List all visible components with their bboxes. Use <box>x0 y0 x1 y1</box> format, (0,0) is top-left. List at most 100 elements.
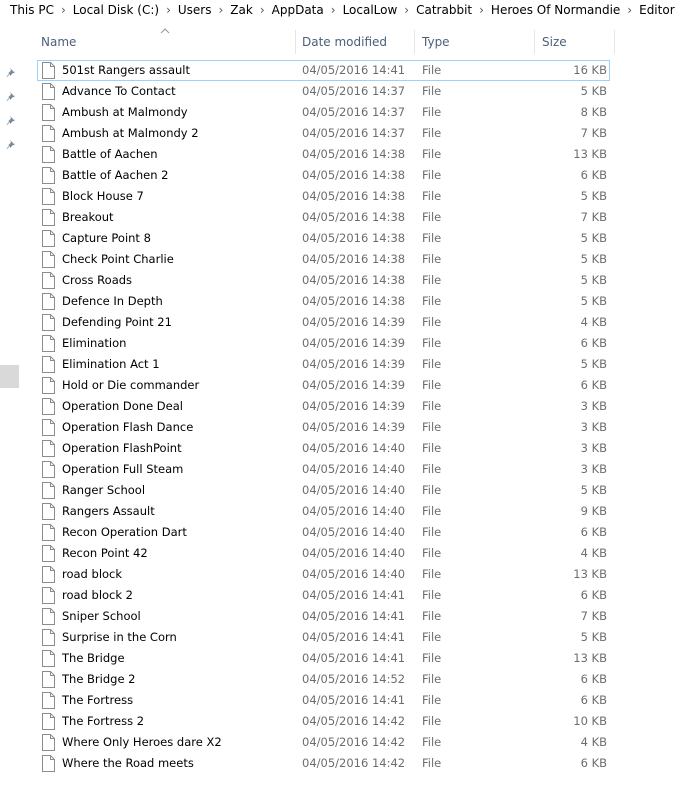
file-row[interactable]: Elimination 04/05/2016 14:39 File 6 KB <box>22 333 683 354</box>
file-name[interactable]: Elimination <box>62 333 126 354</box>
navigation-scrollbar-thumb[interactable] <box>0 365 19 388</box>
file-row[interactable]: Where the Road meets 04/05/2016 14:42 File… <box>22 753 683 774</box>
file-name[interactable]: Where the Road meets <box>62 753 194 774</box>
file-row[interactable]: Capture Point 8 04/05/2016 14:38 File 5 KB <box>22 228 683 249</box>
breadcrumb-item[interactable]: Editor <box>639 0 675 20</box>
file-row[interactable]: Defending Point 21 04/05/2016 14:39 File 4 … <box>22 312 683 333</box>
file-row[interactable]: Ambush at Malmondy 04/05/2016 14:37 File 8 … <box>22 102 683 123</box>
file-row[interactable]: Where Only Heroes dare X2 04/05/2016 14:4… <box>22 732 683 753</box>
pin-icon[interactable] <box>6 68 16 78</box>
file-name[interactable]: Ambush at Malmondy 2 <box>62 123 199 144</box>
file-row[interactable]: Sniper School 04/05/2016 14:41 File 7 KB <box>22 606 683 627</box>
file-name[interactable]: Cross Roads <box>62 270 132 291</box>
file-name[interactable]: Defence In Depth <box>62 291 163 312</box>
file-name[interactable]: Ambush at Malmondy <box>62 102 188 123</box>
file-name[interactable]: Elimination Act 1 <box>62 354 160 375</box>
breadcrumb-separator-icon[interactable]: › <box>218 0 223 20</box>
file-name[interactable]: Block House 7 <box>62 186 144 207</box>
file-name[interactable]: Ranger School <box>62 480 145 501</box>
pin-icon[interactable] <box>6 92 16 102</box>
file-row[interactable]: road block 2 04/05/2016 14:41 File 6 KB <box>22 585 683 606</box>
breadcrumb-item[interactable]: Heroes Of Normandie <box>491 0 620 20</box>
file-row[interactable]: Battle of Aachen 2 04/05/2016 14:38 File 6 … <box>22 165 683 186</box>
file-row[interactable]: The Bridge 2 04/05/2016 14:52 File 6 KB <box>22 669 683 690</box>
file-row[interactable]: Operation FlashPoint 04/05/2016 14:40 File… <box>22 438 683 459</box>
breadcrumb-separator-icon[interactable]: › <box>166 0 171 20</box>
file-row[interactable]: Recon Point 42 04/05/2016 14:40 File 4 KB <box>22 543 683 564</box>
file-name[interactable]: Defending Point 21 <box>62 312 172 333</box>
file-row[interactable]: Rangers Assault 04/05/2016 14:40 File 9 KB <box>22 501 683 522</box>
file-name[interactable]: Advance To Contact <box>62 81 176 102</box>
file-row[interactable]: Advance To Contact 04/05/2016 14:37 File 5 … <box>22 81 683 102</box>
file-name[interactable]: Where Only Heroes dare X2 <box>62 732 222 753</box>
file-name[interactable]: Capture Point 8 <box>62 228 151 249</box>
file-row[interactable]: Surprise in the Corn 04/05/2016 14:41 File… <box>22 627 683 648</box>
breadcrumb-separator-icon[interactable]: › <box>404 0 409 20</box>
file-name[interactable]: Sniper School <box>62 606 141 627</box>
file-row[interactable]: road block 04/05/2016 14:40 File 13 KB <box>22 564 683 585</box>
file-name[interactable]: The Fortress 2 <box>62 711 144 732</box>
file-name[interactable]: Operation Flash Dance <box>62 417 193 438</box>
file-row[interactable]: Defence In Depth 04/05/2016 14:38 File 5 KB <box>22 291 683 312</box>
breadcrumb-item[interactable]: LocalLow <box>343 0 398 20</box>
breadcrumb[interactable]: This PC › Local Disk (C:) › Users › Zak › AppDat… <box>0 0 683 20</box>
file-name[interactable]: Operation Full Steam <box>62 459 183 480</box>
breadcrumb-item[interactable]: Catrabbit <box>416 0 472 20</box>
column-header-date-modified[interactable]: Date modified <box>296 30 414 54</box>
breadcrumb-item[interactable]: Users <box>178 0 212 20</box>
column-divider[interactable] <box>414 30 415 54</box>
file-row[interactable]: Breakout 04/05/2016 14:38 File 7 KB <box>22 207 683 228</box>
column-header-name[interactable]: Name <box>35 30 295 54</box>
breadcrumb-separator-icon[interactable]: › <box>479 0 484 20</box>
file-row[interactable]: Elimination Act 1 04/05/2016 14:39 File 5 K… <box>22 354 683 375</box>
breadcrumb-item[interactable]: AppData <box>272 0 324 20</box>
file-row[interactable]: Block House 7 04/05/2016 14:38 File 5 KB <box>22 186 683 207</box>
file-name[interactable]: Battle of Aachen <box>62 144 158 165</box>
file-row[interactable]: Recon Operation Dart 04/05/2016 14:40 File… <box>22 522 683 543</box>
file-name[interactable]: Operation FlashPoint <box>62 438 182 459</box>
file-list[interactable]: 501st Rangers assault 04/05/2016 14:41 Fil… <box>22 60 683 774</box>
file-name[interactable]: Breakout <box>62 207 114 228</box>
file-row[interactable]: Operation Done Deal 04/05/2016 14:39 File 3… <box>22 396 683 417</box>
file-row[interactable]: Battle of Aachen 04/05/2016 14:38 File 13 K… <box>22 144 683 165</box>
column-divider[interactable] <box>534 30 535 54</box>
file-name[interactable]: 501st Rangers assault <box>62 60 190 81</box>
file-row[interactable]: The Bridge 04/05/2016 14:41 File 13 KB <box>22 648 683 669</box>
file-name[interactable]: Battle of Aachen 2 <box>62 165 168 186</box>
pin-icon[interactable] <box>6 140 16 150</box>
navigation-pane[interactable] <box>0 20 22 793</box>
file-name[interactable]: The Bridge 2 <box>62 669 136 690</box>
file-name[interactable]: Rangers Assault <box>62 501 155 522</box>
file-name[interactable]: Operation Done Deal <box>62 396 183 417</box>
pin-icon[interactable] <box>6 116 16 126</box>
file-row[interactable]: Cross Roads 04/05/2016 14:38 File 5 KB <box>22 270 683 291</box>
file-row[interactable]: Ranger School 04/05/2016 14:40 File 5 KB <box>22 480 683 501</box>
file-row[interactable]: 501st Rangers assault 04/05/2016 14:41 Fil… <box>22 60 683 81</box>
breadcrumb-separator-icon[interactable]: › <box>260 0 265 20</box>
file-name[interactable]: Check Point Charlie <box>62 249 174 270</box>
breadcrumb-item[interactable]: This PC <box>10 0 54 20</box>
file-name[interactable]: road block 2 <box>62 585 133 606</box>
file-row[interactable]: The Fortress 2 04/05/2016 14:42 File 10 KB <box>22 711 683 732</box>
file-name[interactable]: The Bridge <box>62 648 125 669</box>
breadcrumb-separator-icon[interactable]: › <box>627 0 632 20</box>
file-row[interactable]: The Fortress 04/05/2016 14:41 File 6 KB <box>22 690 683 711</box>
file-row[interactable]: Operation Flash Dance 04/05/2016 14:39 Fil… <box>22 417 683 438</box>
file-name[interactable]: Recon Point 42 <box>62 543 148 564</box>
file-name[interactable]: Recon Operation Dart <box>62 522 187 543</box>
column-header-size[interactable]: Size <box>536 30 614 54</box>
file-name[interactable]: The Fortress <box>62 690 133 711</box>
breadcrumb-separator-icon[interactable]: › <box>61 0 66 20</box>
file-row[interactable]: Hold or Die commander 04/05/2016 14:39 Fil… <box>22 375 683 396</box>
column-divider[interactable] <box>614 30 615 54</box>
breadcrumb-separator-icon[interactable]: › <box>331 0 336 20</box>
breadcrumb-item[interactable]: Local Disk (C:) <box>73 0 159 20</box>
file-row[interactable]: Check Point Charlie 04/05/2016 14:38 File 5… <box>22 249 683 270</box>
file-name[interactable]: road block <box>62 564 122 585</box>
file-row[interactable]: Ambush at Malmondy 2 04/05/2016 14:37 File… <box>22 123 683 144</box>
column-header-type[interactable]: Type <box>416 30 534 54</box>
file-name[interactable]: Surprise in the Corn <box>62 627 177 648</box>
file-row[interactable]: Operation Full Steam 04/05/2016 14:40 File… <box>22 459 683 480</box>
breadcrumb-item[interactable]: Zak <box>230 0 253 20</box>
file-name[interactable]: Hold or Die commander <box>62 375 199 396</box>
